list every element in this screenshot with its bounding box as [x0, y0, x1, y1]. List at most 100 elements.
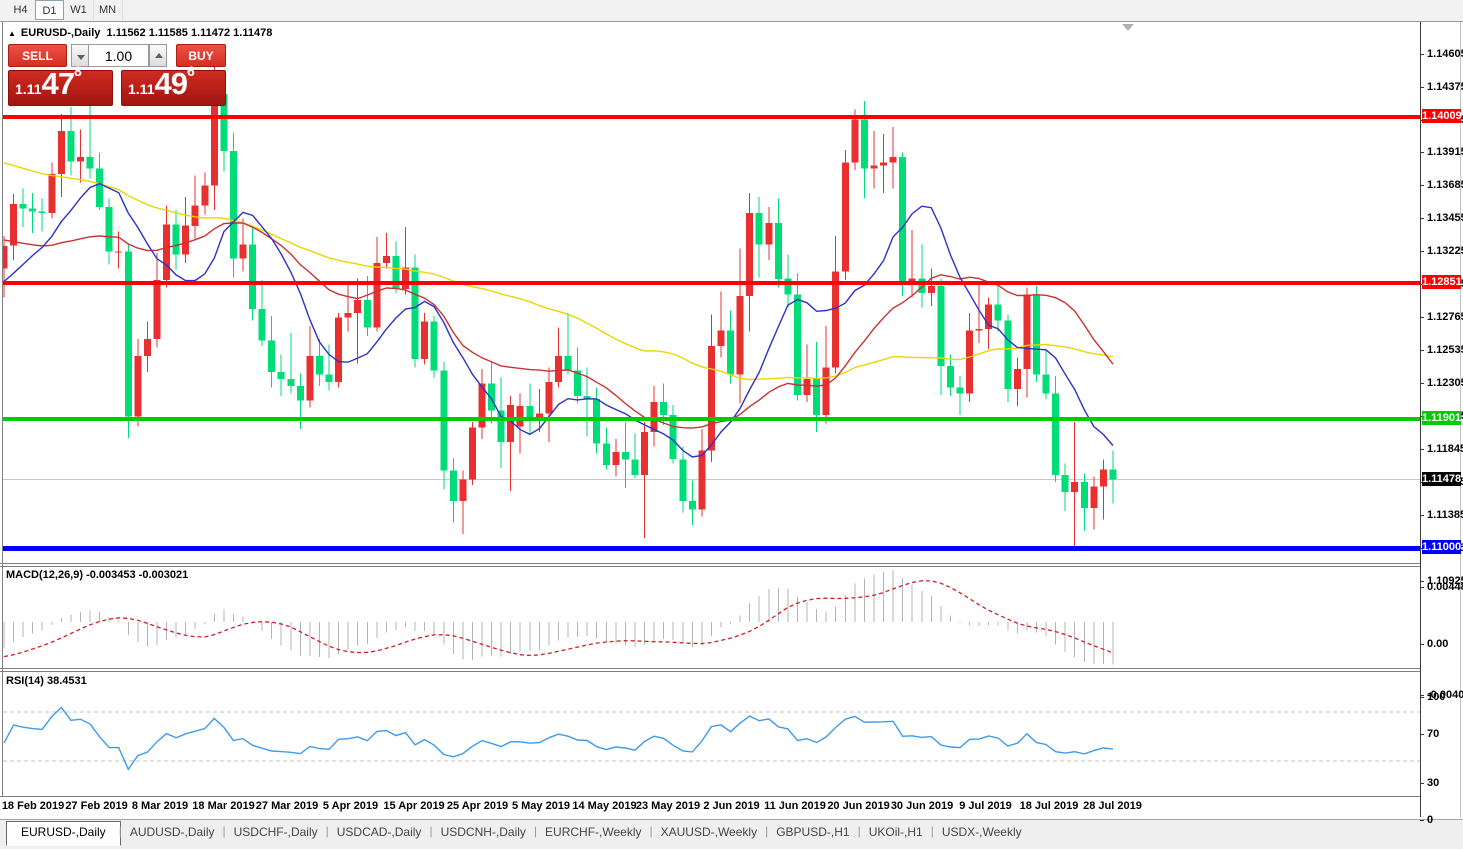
price-level-line[interactable]	[3, 115, 1420, 119]
candle-body	[871, 166, 878, 169]
candle-body	[756, 213, 763, 245]
price-tick-mark	[1420, 54, 1424, 55]
collapse-chart-icon[interactable]: ▲	[8, 29, 16, 38]
price-level-line[interactable]	[3, 417, 1420, 421]
candle-body	[555, 356, 562, 382]
date-tick-label: 18 Mar 2019	[192, 800, 254, 812]
chart-tab-gbpusd-h1[interactable]: GBPUSD-,H1	[766, 821, 859, 844]
timeframe-button-mn[interactable]: MN	[93, 0, 123, 20]
candle-body	[1023, 295, 1030, 370]
date-tick-label: 27 Feb 2019	[65, 800, 127, 812]
price-level-line[interactable]	[3, 546, 1420, 551]
candle-body	[708, 346, 715, 451]
rsi-axis-label: 30	[1427, 777, 1439, 789]
candle-body	[297, 386, 304, 400]
chart-tab-eurusd-daily[interactable]: EURUSD-,Daily	[6, 821, 121, 846]
candle-body	[775, 223, 782, 279]
rsi-axis-label: 100	[1427, 691, 1445, 703]
candle-body	[1004, 320, 1011, 389]
date-tick-label: 5 May 2019	[512, 800, 570, 812]
candle-body	[316, 356, 323, 375]
chart-tab-xauusd-weekly[interactable]: XAUUSD-,Weekly	[651, 821, 767, 844]
buy-price-point: 6	[187, 63, 195, 79]
rsi-axis-label: 0	[1427, 814, 1433, 826]
buy-price-display[interactable]: 1.11496	[121, 70, 226, 106]
sell-price-pips: 47	[41, 66, 73, 101]
main-macd-separator[interactable]	[0, 563, 1420, 564]
date-tick-label: 20 Jun 2019	[827, 800, 889, 812]
rsi-tick-mark	[1420, 697, 1424, 698]
macd-rsi-separator[interactable]	[0, 668, 1420, 669]
macd-axis-label: 0.00	[1427, 638, 1448, 650]
price-tick-mark	[1420, 152, 1424, 153]
sell-price-display[interactable]: 1.11478	[8, 70, 113, 106]
candle-body	[622, 452, 629, 459]
candle-body	[1033, 295, 1040, 375]
candle-body	[966, 330, 973, 393]
candle-body	[383, 256, 390, 263]
candle-body	[469, 428, 476, 480]
candle-body	[526, 406, 533, 418]
chart-tab-audusd-daily[interactable]: AUDUSD-,Daily	[120, 821, 225, 844]
price-tick-mark	[1420, 218, 1424, 219]
chart-tab-usdcad-daily[interactable]: USDCAD-,Daily	[327, 821, 432, 844]
candle-body	[593, 399, 600, 443]
candle-body	[603, 444, 610, 466]
date-tick-label: 18 Feb 2019	[2, 800, 64, 812]
candle-body	[106, 207, 113, 251]
price-tick-mark	[1420, 383, 1424, 384]
candle-body	[326, 375, 333, 382]
rsi-axis-label: 70	[1427, 728, 1439, 740]
date-axis[interactable]: 18 Feb 201927 Feb 2019 8 Mar 2019 18 Mar 2…	[0, 797, 1420, 818]
candle-body	[1100, 469, 1107, 486]
macd-panel-canvas[interactable]	[3, 567, 1420, 667]
macd-label: MACD(12,26,9) -0.003453 -0.003021	[6, 569, 188, 581]
candle-body	[211, 94, 218, 186]
candle-body	[1071, 482, 1078, 492]
date-tick-label: 23 May 2019	[636, 800, 700, 812]
candle-body	[842, 163, 849, 272]
chart-tab-ukoil-h1[interactable]: UKOil-,H1	[859, 821, 933, 844]
candle-body	[48, 174, 55, 213]
chart-ohlc-values: 1.11562 1.11585 1.11472 1.11478	[107, 27, 273, 39]
price-tick-label: 1.14605	[1427, 48, 1463, 60]
chart-tab-eurchf-weekly[interactable]: EURCHF-,Weekly	[535, 821, 651, 844]
candle-body	[632, 459, 639, 475]
candle-body	[20, 204, 27, 208]
price-level-line[interactable]	[3, 281, 1420, 285]
rsi-panel-canvas[interactable]	[3, 673, 1420, 795]
candle-body	[306, 356, 313, 400]
current-price-tag: 1.11478	[1422, 472, 1461, 486]
candle-body	[58, 131, 65, 174]
buy-price-base: 1.11	[128, 81, 154, 97]
arrow-up-icon	[155, 53, 163, 58]
price-tick-label: 1.11385	[1427, 509, 1463, 521]
candle-body	[660, 402, 667, 415]
chart-tab-usdx-weekly[interactable]: USDX-,Weekly	[932, 821, 1032, 844]
date-tick-label: 25 Apr 2019	[447, 800, 508, 812]
price-tick-label: 1.12765	[1427, 311, 1463, 323]
rsi-tick-mark	[1420, 820, 1424, 821]
candle-body	[727, 330, 734, 374]
chart-tab-usdcnh-daily[interactable]: USDCNH-,Daily	[431, 821, 536, 844]
timeframe-button-h4[interactable]: H4	[6, 0, 36, 20]
rsi-line	[4, 707, 1113, 769]
candle-body	[96, 168, 103, 207]
timeframe-button-d1[interactable]: D1	[35, 0, 64, 20]
candle-body	[335, 317, 342, 382]
date-tick-label: 5 Apr 2019	[323, 800, 378, 812]
arrow-down-icon	[77, 55, 85, 60]
date-tick-label: 18 Jul 2019	[1020, 800, 1079, 812]
date-tick-label: 8 Mar 2019	[132, 800, 188, 812]
candle-body	[641, 432, 648, 475]
sell-price-point: 8	[74, 63, 82, 79]
timeframe-button-w1[interactable]: W1	[64, 0, 94, 20]
scroll-to-end-icon[interactable]	[1122, 24, 1134, 31]
chart-tab-usdchf-daily[interactable]: USDCHF-,Daily	[224, 821, 328, 844]
candle-body	[928, 286, 935, 293]
candle-body	[765, 223, 772, 245]
candle-body	[1043, 375, 1050, 394]
date-tick-label: 27 Mar 2019	[256, 800, 318, 812]
candle-body	[804, 379, 811, 395]
price-tick-label: 1.13455	[1427, 212, 1463, 224]
